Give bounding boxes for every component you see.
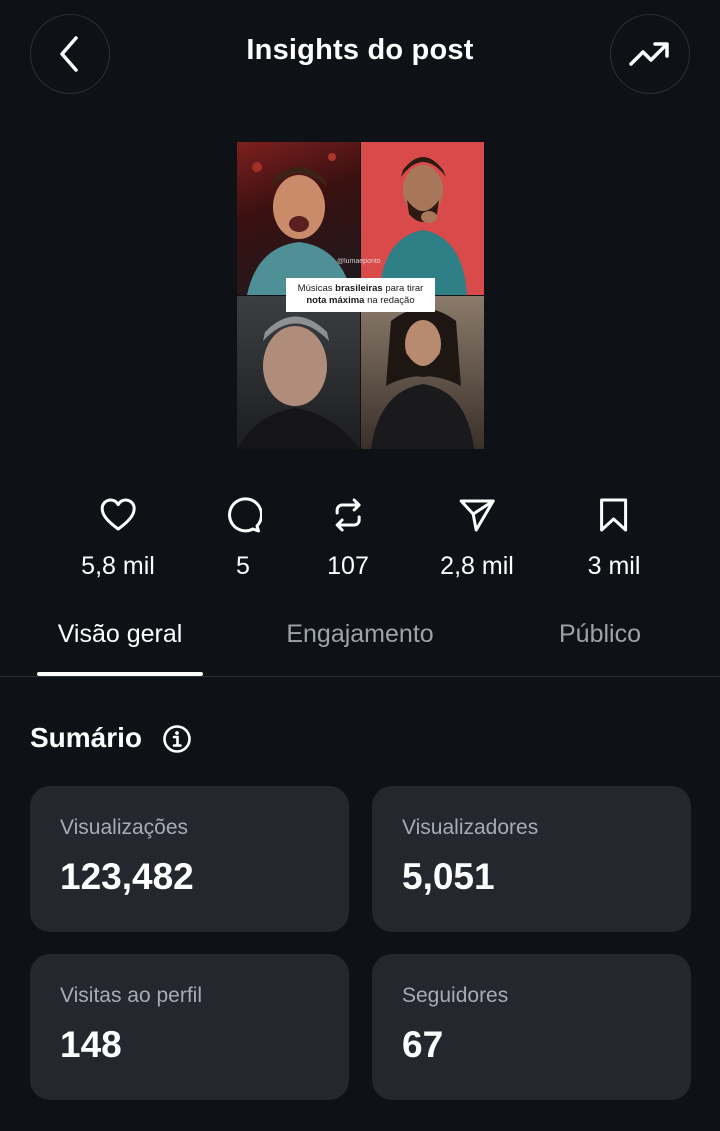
photo-bottom-right: [361, 296, 484, 449]
card-views[interactable]: Visualizações 123,482: [30, 786, 349, 932]
likes-count: 5,8 mil: [81, 552, 155, 580]
post-thumbnail[interactable]: @lumaeponto Músicas brasileiras para tir…: [237, 142, 484, 449]
repost-icon: [335, 498, 361, 532]
card-viewers[interactable]: Visualizadores 5,051: [372, 786, 691, 932]
photo-top-right: [361, 142, 484, 295]
trend-button[interactable]: [610, 14, 690, 94]
shares-count: 2,8 mil: [440, 552, 514, 580]
card-label: Seguidores: [402, 984, 509, 1007]
saves-count: 3 mil: [587, 552, 641, 580]
card-profile-visits[interactable]: Visitas ao perfil 148: [30, 954, 349, 1100]
stat-comments: 5: [224, 496, 262, 581]
bookmark-icon: [600, 498, 628, 532]
info-icon[interactable]: [162, 724, 192, 754]
card-value: 148: [60, 1024, 122, 1065]
card-value: 123,482: [60, 856, 194, 897]
stat-shares: 2,8 mil: [440, 496, 514, 581]
tab-overview[interactable]: Visão geral: [58, 620, 183, 649]
card-label: Visualizações: [60, 816, 189, 839]
post-caption: Músicas brasileiras para tirar nota máxi…: [286, 278, 435, 312]
card-label: Visualizadores: [402, 816, 539, 839]
trending-up-icon: [629, 42, 669, 66]
tab-audience[interactable]: Público: [559, 620, 641, 649]
card-label: Visitas ao perfil: [60, 984, 203, 1007]
heart-icon: [100, 498, 136, 531]
photo-top-left: [237, 142, 360, 295]
stat-reposts: 107: [327, 496, 369, 581]
photo-bottom-left: [237, 296, 360, 449]
card-followers[interactable]: Seguidores 67: [372, 954, 691, 1100]
stat-saves: 3 mil: [587, 496, 641, 581]
stat-likes: 5,8 mil: [81, 496, 155, 581]
send-icon: [459, 499, 495, 532]
reposts-count: 107: [327, 552, 369, 580]
summary-title: Sumário: [30, 722, 143, 753]
comments-count: 5: [236, 552, 250, 580]
card-value: 67: [402, 1024, 444, 1065]
comment-icon: [228, 497, 262, 533]
tab-divider: [0, 676, 720, 677]
post-handle: @lumaeponto: [337, 258, 381, 265]
tab-engagement[interactable]: Engajamento: [286, 620, 433, 649]
card-value: 5,051: [402, 856, 495, 897]
